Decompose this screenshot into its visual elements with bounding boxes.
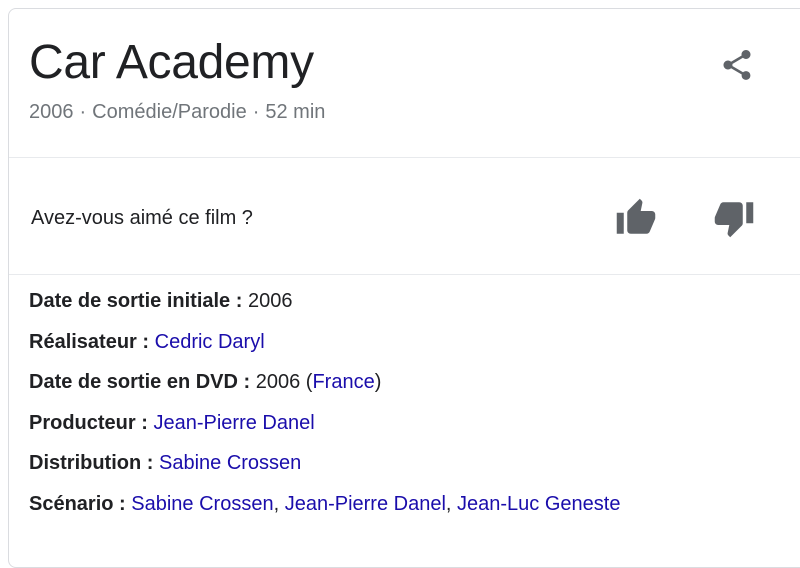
fact-value: 2006 xyxy=(255,371,301,393)
comma: , xyxy=(273,492,280,515)
divider xyxy=(9,157,800,158)
fact-label: Scénario : xyxy=(29,492,126,515)
paren-close: ) xyxy=(374,371,382,393)
share-icon[interactable] xyxy=(719,47,755,83)
rating-question: Avez-vous aimé ce film ? xyxy=(31,207,253,229)
comma: , xyxy=(445,492,452,515)
fact-label: Date de sortie en DVD : xyxy=(29,371,251,393)
separator: · xyxy=(79,101,87,123)
screenwriter-link[interactable]: Jean-Luc Geneste xyxy=(457,493,620,515)
movie-subtitle: 2006 · Comédie/Parodie · 52 min xyxy=(29,101,325,124)
fact-release-date: Date de sortie initiale : 2006 xyxy=(29,287,789,328)
fact-label: Réalisateur : xyxy=(29,330,150,353)
movie-genre: Comédie/Parodie xyxy=(92,101,247,123)
thumb-down-icon[interactable] xyxy=(713,197,755,239)
fact-director: Réalisateur : Cedric Daryl xyxy=(29,328,789,369)
fact-distribution: Distribution : Sabine Crossen xyxy=(29,449,789,490)
country-link[interactable]: France xyxy=(312,371,374,393)
fact-label: Producteur : xyxy=(29,411,148,434)
movie-year: 2006 xyxy=(29,101,74,123)
separator: · xyxy=(252,101,260,123)
fact-dvd-release: Date de sortie en DVD : 2006 (France) xyxy=(29,368,789,409)
facts-list: Date de sortie initiale : 2006 Réalisate… xyxy=(29,287,789,530)
director-link[interactable]: Cedric Daryl xyxy=(155,331,265,353)
distribution-link[interactable]: Sabine Crossen xyxy=(159,452,301,474)
page-title: Car Academy xyxy=(29,36,314,89)
divider xyxy=(9,274,800,275)
screenwriter-link[interactable]: Sabine Crossen xyxy=(131,493,273,515)
rating-section: Avez-vous aimé ce film ? xyxy=(9,159,800,275)
fact-screenplay: Scénario : Sabine Crossen, Jean-Pierre D… xyxy=(29,490,789,531)
fact-value: 2006 xyxy=(247,290,293,312)
producer-link[interactable]: Jean-Pierre Danel xyxy=(153,412,314,434)
fact-label: Date de sortie initiale : xyxy=(29,290,243,312)
thumb-up-icon[interactable] xyxy=(615,197,657,239)
screenwriter-link[interactable]: Jean-Pierre Danel xyxy=(285,493,446,515)
panel-header: Car Academy 2006 · Comédie/Parodie · 52 min xyxy=(9,9,800,159)
fact-producer: Producteur : Jean-Pierre Danel xyxy=(29,409,789,450)
movie-duration: 52 min xyxy=(265,101,326,123)
knowledge-panel-card: Car Academy 2006 · Comédie/Parodie · 52 min … xyxy=(8,8,800,568)
fact-label: Distribution : xyxy=(29,452,154,474)
